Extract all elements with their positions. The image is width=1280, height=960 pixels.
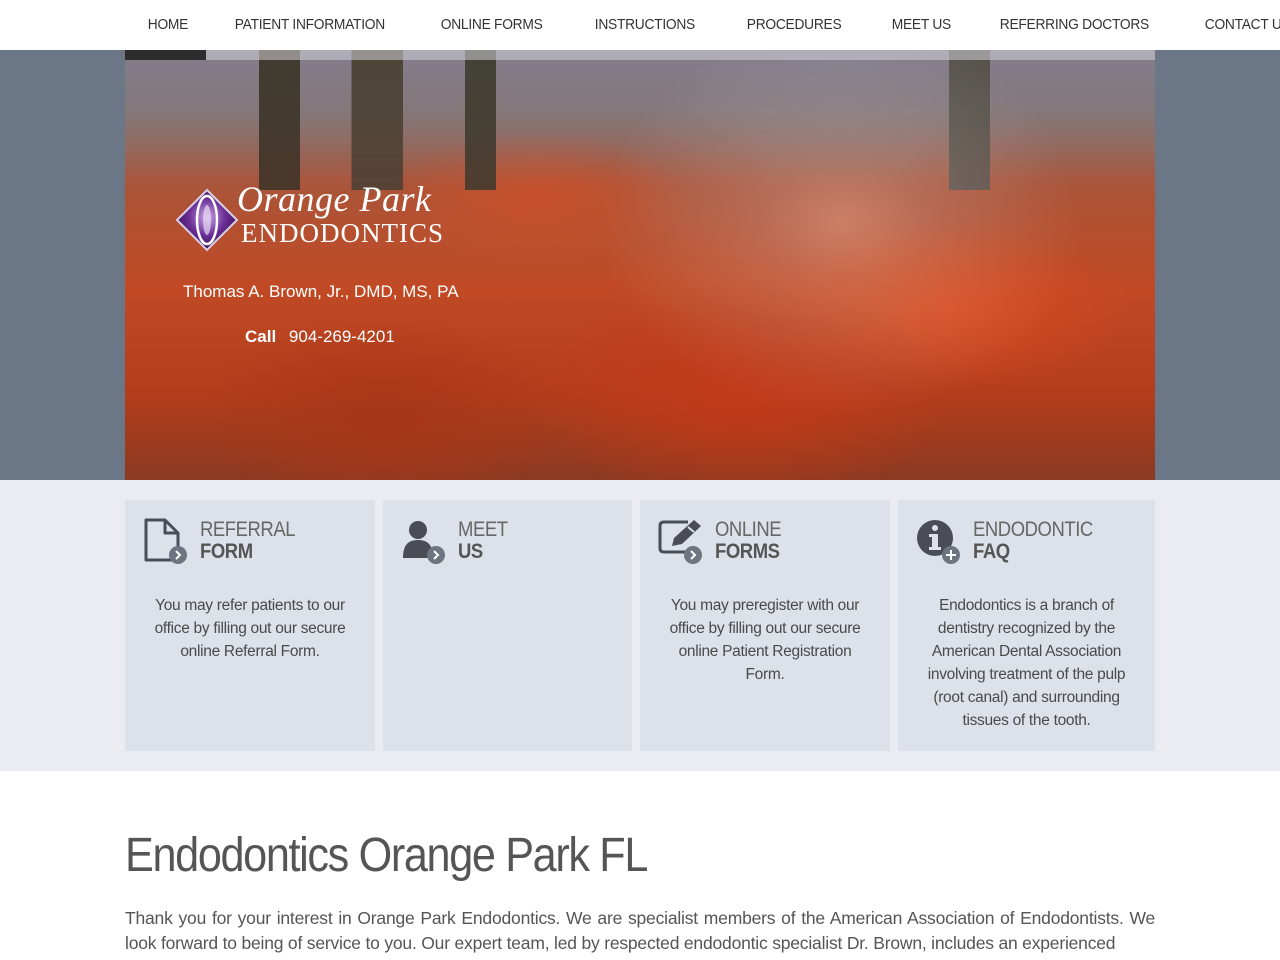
nav-item-meet-us[interactable]: MEET US — [872, 0, 971, 50]
logo-diamond-icon — [175, 188, 239, 252]
card-title-bold: FORMS — [715, 540, 780, 563]
logo-caps-text: ENDODONTICS — [241, 218, 444, 248]
hero-haze — [525, 50, 1155, 480]
logo-script-text: Orange Park — [237, 179, 432, 219]
call-label: Call — [245, 327, 277, 346]
hero-top-bar — [125, 50, 1155, 60]
info-icon — [917, 520, 960, 564]
doctor-name: Thomas A. Brown, Jr., DMD, MS, PA — [183, 282, 459, 301]
page-title: Endodontics Orange Park FL — [125, 829, 648, 882]
card-title-light: REFERRAL — [200, 518, 296, 541]
card-description: Endodontics is a branch of dentistry rec… — [927, 597, 1126, 729]
card-title-bold: US — [458, 540, 483, 563]
site-logo[interactable]: Orange Park ENDODONTICS — [175, 178, 465, 258]
card-referral-form[interactable]: REFERRAL FORM You may refer patients to … — [125, 500, 375, 751]
edit-form-icon — [658, 520, 702, 564]
nav-item-procedures[interactable]: PROCEDURES — [727, 0, 861, 50]
hero-top-bar-accent — [125, 50, 206, 60]
card-description: You may preregister with our office by f… — [669, 597, 861, 683]
card-online-forms[interactable]: ONLINE FORMS You may preregister with ou… — [640, 500, 890, 751]
card-title-light: ONLINE — [715, 518, 782, 541]
hero-banner: Orange Park ENDODONTICS Thomas A. Brown,… — [125, 50, 1155, 480]
call-line: Call 904-269-4201 — [245, 327, 395, 347]
nav-item-contact-us[interactable]: CONTACT US — [1185, 0, 1280, 50]
main-nav: HOME PATIENT INFORMATION ONLINE FORMS IN… — [0, 0, 1280, 50]
card-title-light: MEET — [458, 518, 508, 541]
intro-paragraph: Thank you for your interest in Orange Pa… — [125, 908, 1155, 953]
nav-item-instructions[interactable]: INSTRUCTIONS — [575, 0, 715, 50]
card-endodontic-faq[interactable]: ENDODONTIC FAQ Endodontics is a branch o… — [898, 500, 1155, 751]
card-description: You may refer patients to our office by … — [154, 597, 346, 660]
card-title-light: ENDODONTIC — [973, 518, 1093, 541]
nav-item-home[interactable]: HOME — [128, 0, 208, 50]
document-icon — [144, 518, 187, 564]
phone-number-link[interactable]: 904-269-4201 — [289, 327, 395, 346]
nav-item-patient-information[interactable]: PATIENT INFORMATION — [215, 0, 405, 50]
nav-item-online-forms[interactable]: ONLINE FORMS — [421, 0, 562, 50]
nav-list: HOME PATIENT INFORMATION ONLINE FORMS IN… — [128, 0, 1280, 50]
card-title-bold: FORM — [200, 540, 253, 563]
card-meet-us[interactable]: MEET US — [383, 500, 632, 751]
card-title-bold: FAQ — [973, 540, 1010, 563]
nav-item-referring-doctors[interactable]: REFERRING DOCTORS — [980, 0, 1169, 50]
person-icon — [403, 521, 445, 564]
